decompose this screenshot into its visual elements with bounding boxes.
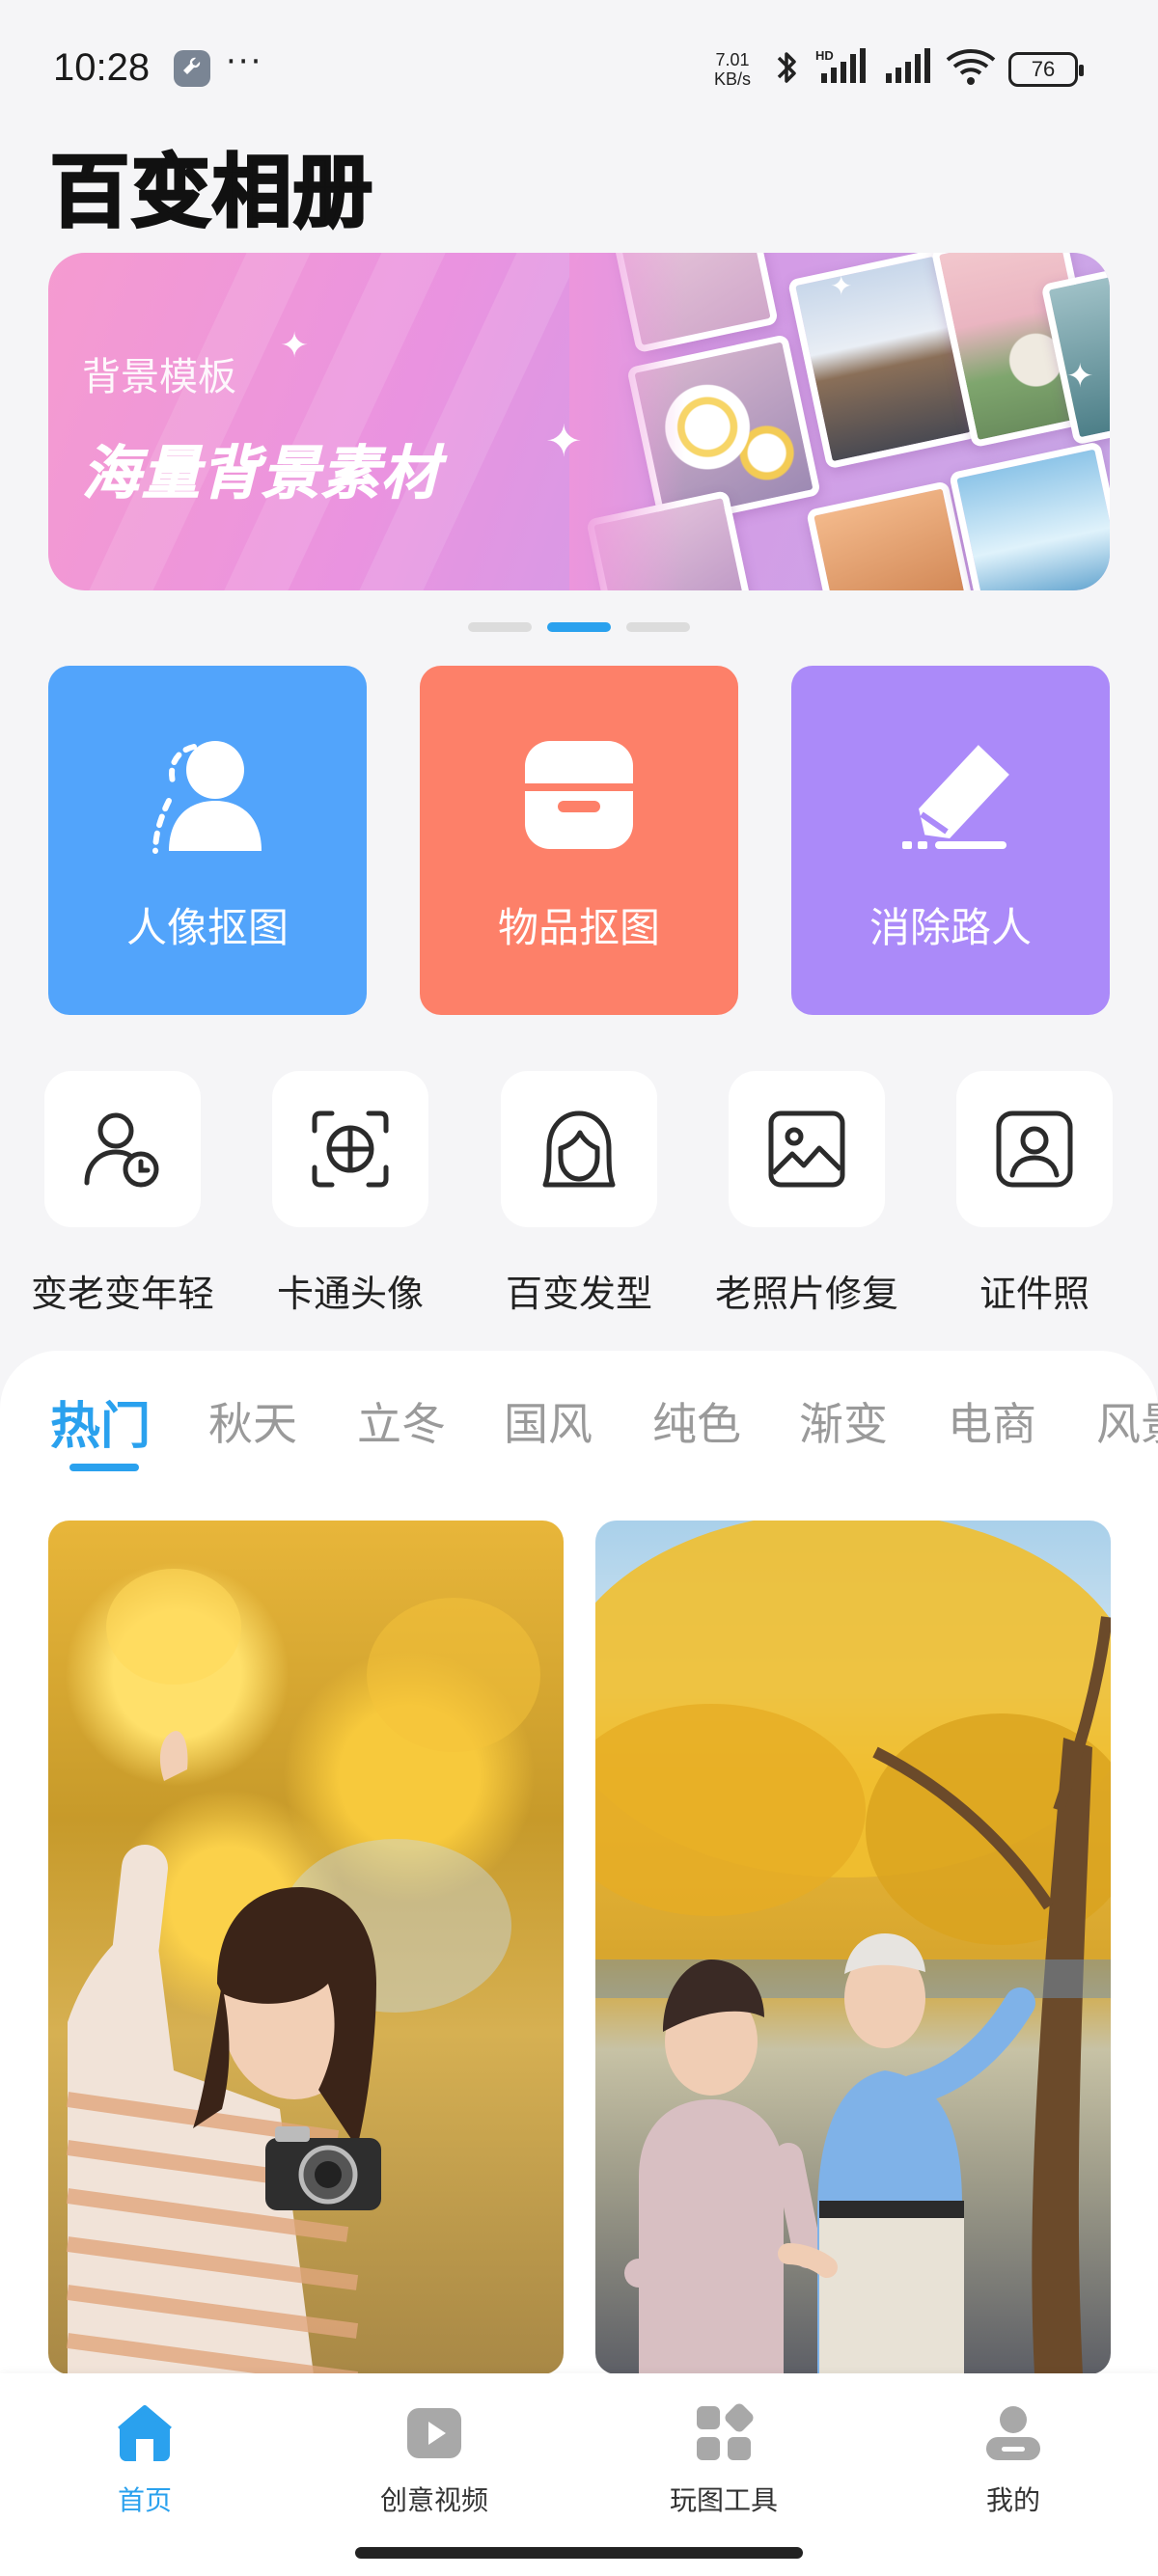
tool-label: 老照片修复 xyxy=(714,1273,898,1315)
nav-label: 首页 xyxy=(117,2484,172,2516)
tool-tile-remove-passerby[interactable]: 消除路人 xyxy=(791,666,1110,1015)
svg-text:HD: HD xyxy=(815,48,834,63)
sparkle-icon: ✦ xyxy=(545,415,583,467)
category-tabs: 热门 秋天 立冬 国风 纯色 渐变 电商 风景 xyxy=(0,1389,1158,1476)
tool-old-photo-restore[interactable]: 老照片修复 xyxy=(715,1071,898,1315)
tab-solid-color[interactable]: 纯色 xyxy=(652,1389,741,1453)
tool-tile-portrait-cutout[interactable]: 人像抠图 xyxy=(48,666,367,1015)
home-icon xyxy=(118,2405,172,2461)
banner-headline: 海量背景素材 xyxy=(82,440,441,508)
video-play-icon xyxy=(407,2408,461,2458)
tool-tile-object-cutout[interactable]: 物品抠图 xyxy=(420,666,738,1015)
status-bar: 10:28 ··· 7.01 KB/s HD 76 xyxy=(0,0,1158,135)
app-title: 百变相册 xyxy=(48,146,375,240)
status-more-dots: ··· xyxy=(226,42,263,81)
bluetooth-icon xyxy=(777,52,796,83)
tools-grid-icon xyxy=(697,2403,754,2460)
carousel-dot-active[interactable] xyxy=(547,622,611,632)
eraser-icon xyxy=(902,745,1009,849)
tool-label: 卡通头像 xyxy=(276,1273,424,1315)
tab-active-indicator xyxy=(69,1464,139,1471)
tool-label: 变老变年轻 xyxy=(30,1273,214,1315)
bottom-navigation: 首页 创意视频 玩图工具 我的 xyxy=(0,2373,1158,2576)
tool-tile-label: 消除路人 xyxy=(868,904,1032,951)
sparkle-icon: ✦ xyxy=(280,326,310,366)
wifi-icon xyxy=(946,49,996,85)
nav-profile[interactable]: 我的 xyxy=(917,2402,1110,2518)
nav-creative-video[interactable]: 创意视频 xyxy=(338,2402,531,2518)
nav-label: 玩图工具 xyxy=(669,2484,778,2516)
template-card[interactable] xyxy=(595,1521,1111,2374)
carousel-dot[interactable] xyxy=(468,622,532,632)
sparkle-icon: ✦ xyxy=(830,270,853,302)
template-photo-girl xyxy=(66,1569,540,2374)
signal-icon xyxy=(886,48,930,83)
signal-hd-icon: HD xyxy=(815,48,866,83)
tab-chinese-style[interactable]: 国风 xyxy=(504,1389,593,1453)
hairstyle-icon xyxy=(542,1110,616,1188)
photo-restore-icon xyxy=(768,1110,845,1188)
box-cutout-icon xyxy=(525,741,633,849)
battery-icon: 76 xyxy=(1008,52,1084,87)
tool-label: 百变发型 xyxy=(505,1273,652,1315)
portrait-cutout-icon xyxy=(152,741,262,854)
tool-hairstyle[interactable]: 百变发型 xyxy=(501,1071,657,1315)
nav-label: 创意视频 xyxy=(379,2484,488,2516)
tool-tile-label: 物品抠图 xyxy=(497,904,660,951)
tab-ecommerce[interactable]: 电商 xyxy=(948,1389,1036,1453)
cartoon-face-scan-icon xyxy=(312,1110,389,1188)
tool-label: 证件照 xyxy=(979,1273,1089,1315)
tab-autumn[interactable]: 秋天 xyxy=(208,1389,297,1453)
age-clock-icon xyxy=(84,1112,159,1188)
template-card[interactable] xyxy=(48,1521,564,2374)
nav-home[interactable]: 首页 xyxy=(48,2402,241,2518)
home-indicator[interactable] xyxy=(355,2547,803,2559)
id-photo-icon xyxy=(996,1110,1073,1188)
tab-gradient[interactable]: 渐变 xyxy=(799,1389,888,1453)
profile-icon xyxy=(986,2406,1040,2460)
carousel-dot[interactable] xyxy=(626,622,690,632)
tab-scenery[interactable]: 风景 xyxy=(1096,1389,1158,1453)
net-speed-value: 7.01 xyxy=(715,50,750,69)
banner-photo xyxy=(949,441,1110,590)
template-photo-couple xyxy=(595,1521,1111,2374)
tab-start-of-winter[interactable]: 立冬 xyxy=(357,1389,446,1453)
net-speed-unit: KB/s xyxy=(714,69,752,89)
tool-tile-label: 人像抠图 xyxy=(125,904,289,951)
nav-photo-tools[interactable]: 玩图工具 xyxy=(627,2402,820,2518)
tool-id-photo[interactable]: 证件照 xyxy=(956,1071,1113,1315)
nav-label: 我的 xyxy=(985,2484,1040,2516)
status-time: 10:28 xyxy=(53,46,151,89)
banner-carousel[interactable]: 背景模板 ✦ 海量背景素材 ✦ ✦ ✦ xyxy=(48,253,1110,590)
banner-subtitle: 背景模板 xyxy=(82,355,236,399)
net-speed: 7.01 KB/s xyxy=(714,50,751,89)
tool-cartoon-avatar[interactable]: 卡通头像 xyxy=(272,1071,428,1315)
sparkle-icon: ✦ xyxy=(1066,357,1094,396)
tab-hot[interactable]: 热门 xyxy=(50,1389,151,1458)
tool-age-change[interactable]: 变老变年轻 xyxy=(31,1071,214,1315)
wrench-icon xyxy=(174,50,210,87)
